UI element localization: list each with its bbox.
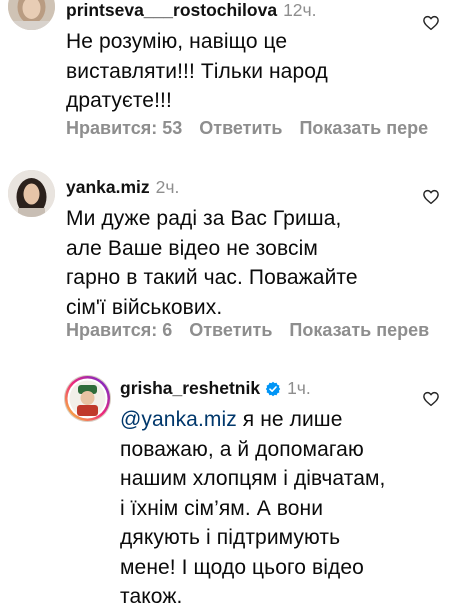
heart-outline-icon[interactable] [422, 14, 440, 32]
mention-link[interactable]: @yanka.miz [120, 408, 237, 431]
user-avatar-image [8, 0, 55, 30]
comment-text: Ми дуже раді за Вас Гриша, але Ваше віде… [66, 207, 358, 319]
comment-actions: Нравится: 53 Ответить Показать пере [66, 118, 445, 139]
heart-outline-icon[interactable] [422, 390, 440, 408]
comment-header: grisha_reshetnik 1ч. [120, 378, 311, 399]
timestamp: 2ч. [155, 177, 180, 197]
avatar[interactable] [64, 375, 111, 422]
comment-header: printseva___rostochilova 12ч. [66, 0, 317, 21]
reply-text-rest: поважаю, а й допомагаю нашим хлопцям і д… [120, 437, 386, 609]
translate-button[interactable]: Показать пере [299, 118, 428, 138]
user-avatar-image [8, 170, 55, 217]
verified-badge-icon [265, 381, 281, 397]
reply-text-first-line: я не лише [236, 408, 343, 431]
translate-button[interactable]: Показать перев [289, 320, 429, 340]
comment-header: yanka.miz 2ч. [66, 177, 179, 198]
username[interactable]: grisha_reshetnik [120, 378, 260, 398]
heart-outline-icon[interactable] [422, 188, 440, 206]
username[interactable]: printseva___rostochilova [66, 0, 277, 20]
user-avatar-image [65, 376, 110, 421]
comment-actions: Нравится: 6 Ответить Показать перев [66, 320, 446, 341]
reply-button[interactable]: Ответить [189, 320, 272, 340]
reply-text: @yanka.miz я не лише поважаю, а й допомаг… [120, 405, 385, 612]
reply-button[interactable]: Ответить [199, 118, 282, 138]
timestamp: 1ч. [287, 378, 311, 398]
likes-count[interactable]: Нравится: 6 [66, 320, 172, 340]
avatar[interactable] [8, 170, 55, 217]
username[interactable]: yanka.miz [66, 177, 150, 197]
likes-count[interactable]: Нравится: 53 [66, 118, 182, 138]
avatar[interactable] [8, 0, 55, 30]
timestamp: 12ч. [283, 0, 317, 20]
comment-text: Не розумію, навіщо це виставляти!!! Тіль… [66, 30, 328, 112]
